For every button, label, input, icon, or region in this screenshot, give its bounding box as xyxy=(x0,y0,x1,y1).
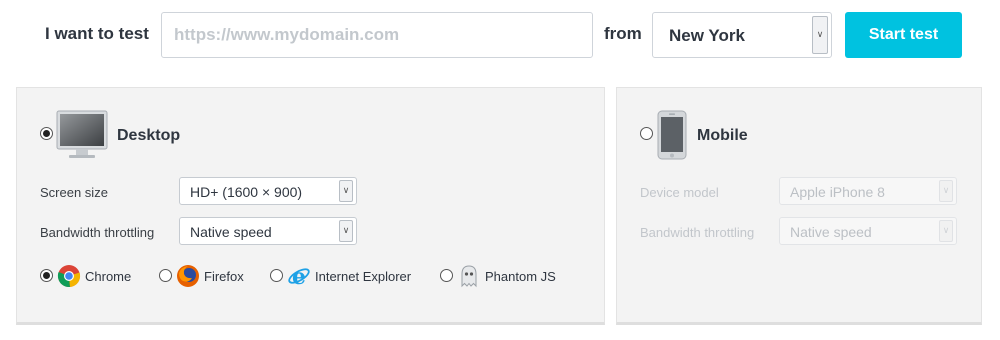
chevron-down-icon: ∨ xyxy=(939,180,953,202)
chrome-icon xyxy=(57,265,81,288)
mobile-bandwidth-select[interactable]: Native speed ∨ xyxy=(779,217,957,245)
device-model-label: Device model xyxy=(640,185,719,200)
chevron-down-icon: ∨ xyxy=(339,220,353,242)
device-model-select[interactable]: Apple iPhone 8 ∨ xyxy=(779,177,957,205)
firefox-radio[interactable] xyxy=(159,269,172,282)
internet-explorer-icon: e xyxy=(288,264,310,288)
test-config-bar: I want to test from New York ∨ Start tes… xyxy=(0,0,1000,70)
url-input[interactable] xyxy=(161,12,593,58)
mobile-title: Mobile xyxy=(697,127,748,144)
bandwidth-select[interactable]: Native speed ∨ xyxy=(179,217,357,245)
location-select[interactable]: New York ∨ xyxy=(652,12,832,58)
test-label: I want to test xyxy=(45,24,149,43)
browser-label: Internet Explorer xyxy=(315,269,412,284)
desktop-monitor-icon xyxy=(56,110,108,158)
location-value: New York xyxy=(669,26,745,45)
phantomjs-radio[interactable] xyxy=(440,269,453,282)
svg-text:e: e xyxy=(292,264,306,288)
mobile-bandwidth-label: Bandwidth throttling xyxy=(640,225,755,240)
bandwidth-label: Bandwidth throttling xyxy=(40,225,155,240)
firefox-icon xyxy=(177,265,199,287)
bandwidth-value: Native speed xyxy=(190,224,272,240)
browser-label: Firefox xyxy=(204,269,244,284)
browser-label: Phantom JS xyxy=(485,269,556,284)
device-model-value: Apple iPhone 8 xyxy=(790,184,885,200)
chevron-down-icon: ∨ xyxy=(812,16,828,54)
chevron-down-icon: ∨ xyxy=(939,220,953,242)
from-label: from xyxy=(604,24,642,43)
phantomjs-ghost-icon xyxy=(461,265,477,288)
start-test-button[interactable]: Start test xyxy=(845,12,962,58)
chevron-down-icon: ∨ xyxy=(339,180,353,202)
screen-size-select[interactable]: HD+ (1600 × 900) ∨ xyxy=(179,177,357,205)
screen-size-value: HD+ (1600 × 900) xyxy=(190,184,303,200)
screen-size-label: Screen size xyxy=(40,185,108,200)
desktop-title: Desktop xyxy=(117,127,181,144)
mobile-bandwidth-value: Native speed xyxy=(790,224,872,240)
browser-label: Chrome xyxy=(85,269,132,284)
mobile-radio[interactable] xyxy=(640,127,653,140)
internet-explorer-radio[interactable] xyxy=(270,269,283,282)
chrome-radio[interactable] xyxy=(40,269,53,282)
desktop-radio[interactable] xyxy=(40,127,53,140)
mobile-phone-icon xyxy=(657,110,687,160)
